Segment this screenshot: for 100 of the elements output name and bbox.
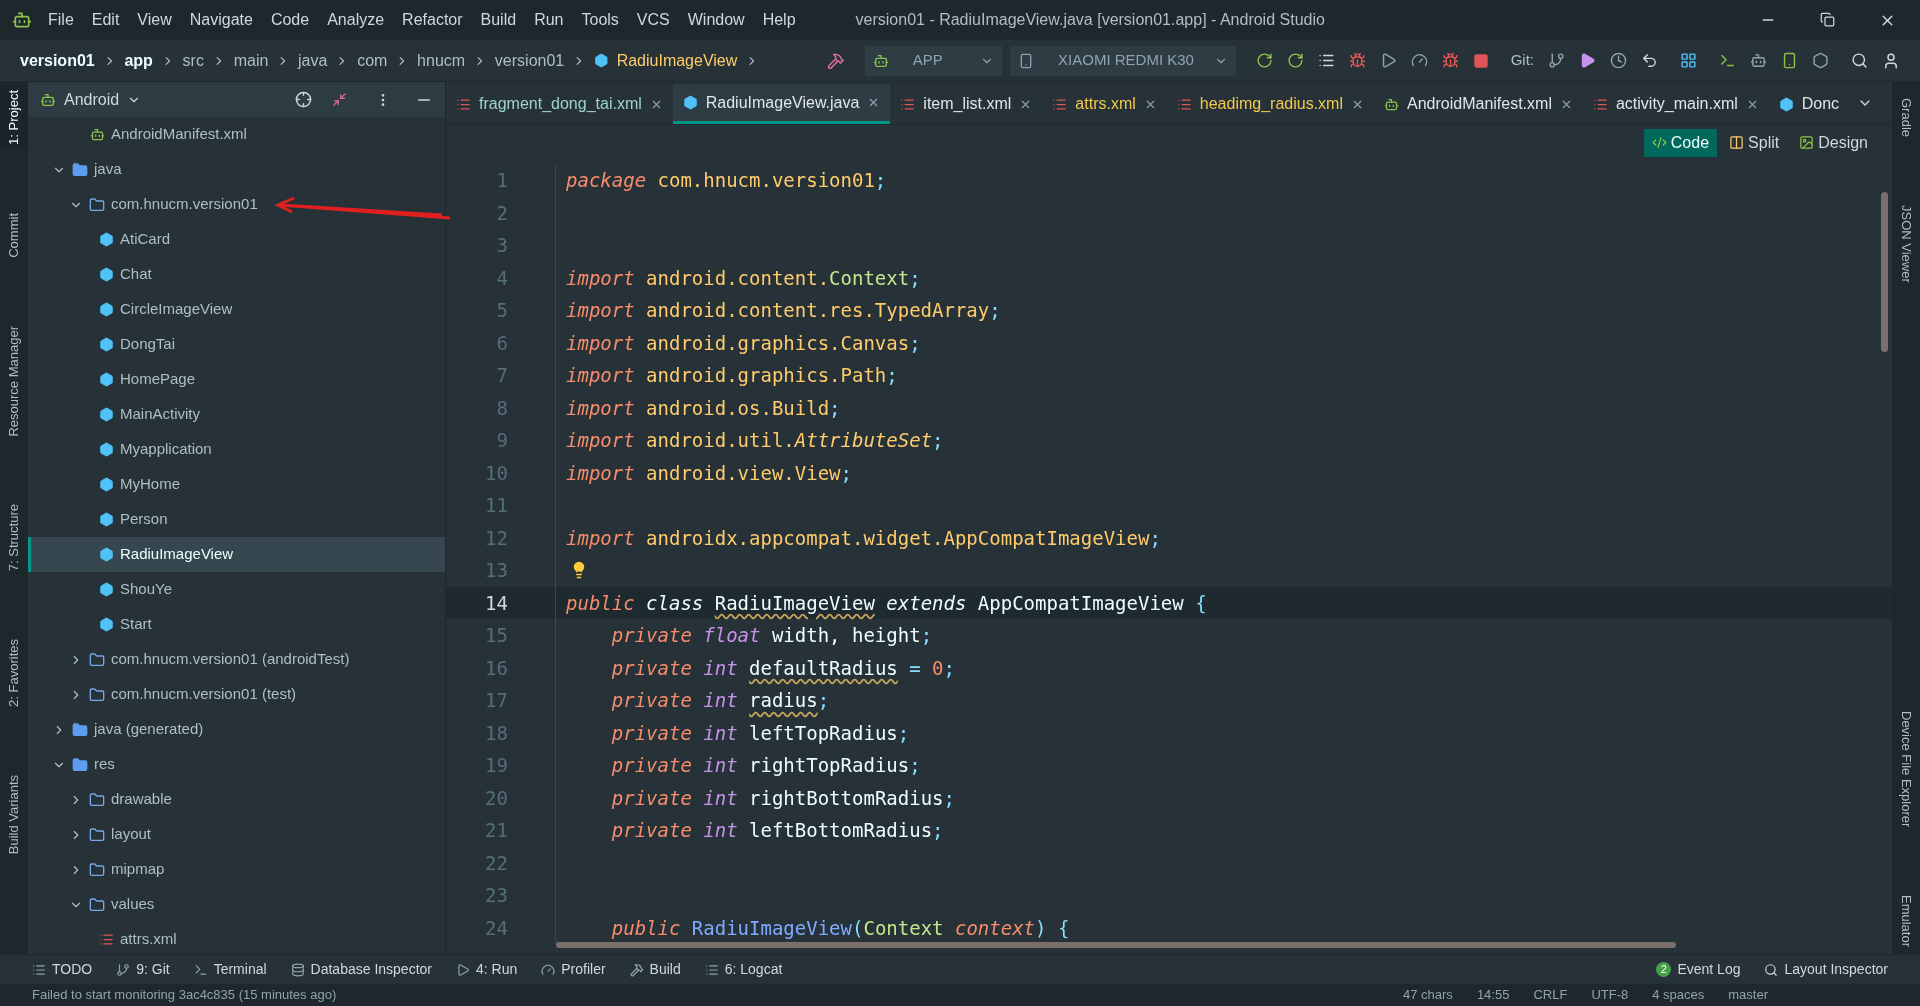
tool-window-button[interactable]: Database Inspector bbox=[290, 959, 432, 980]
menu-item[interactable]: Window bbox=[687, 8, 745, 32]
breadcrumb-item[interactable]: com bbox=[357, 48, 388, 73]
tree-item[interactable]: DongTai bbox=[28, 327, 445, 362]
editor-tab[interactable]: attrs.xml bbox=[1042, 84, 1167, 124]
sdk-icon[interactable] bbox=[1812, 52, 1830, 69]
breadcrumb-item[interactable]: src bbox=[182, 48, 204, 73]
tool-window-tab[interactable]: Commit bbox=[0, 208, 28, 262]
status-item[interactable]: 4 spaces bbox=[1652, 985, 1705, 1005]
menu-item[interactable]: File bbox=[48, 8, 74, 32]
tool-window-tab[interactable]: 7: Structure bbox=[0, 500, 28, 576]
locate-icon[interactable] bbox=[295, 91, 312, 108]
tool-window-tab[interactable]: Gradle bbox=[1896, 94, 1916, 142]
editor-tab[interactable]: headimg_radius.xml bbox=[1166, 84, 1374, 124]
tool-window-button[interactable]: 9: Git bbox=[116, 959, 170, 980]
profiler-icon[interactable] bbox=[1410, 52, 1428, 69]
tree-item[interactable]: com.hnucm.version01 (androidTest) bbox=[28, 642, 445, 677]
stop-icon[interactable] bbox=[1472, 52, 1489, 69]
tool-window-button[interactable]: TODO bbox=[32, 959, 93, 980]
tree-item[interactable]: MyHome bbox=[28, 467, 445, 502]
tool-window-button[interactable]: Terminal bbox=[193, 959, 267, 980]
menu-item[interactable]: Help bbox=[762, 8, 796, 32]
breadcrumb-item[interactable]: hnucm bbox=[417, 48, 466, 73]
editor-mode-button[interactable]: Design bbox=[1791, 128, 1876, 157]
tree-item[interactable]: com.hnucm.version01 bbox=[28, 187, 445, 222]
debug-icon[interactable] bbox=[1348, 52, 1366, 69]
breadcrumb-item[interactable]: java bbox=[298, 48, 328, 73]
tree-item[interactable]: CircleImageView bbox=[28, 292, 445, 327]
editor-tab[interactable]: AndroidManifest.xml bbox=[1374, 84, 1583, 124]
menu-item[interactable]: Run bbox=[534, 8, 564, 32]
breadcrumb-item[interactable]: app bbox=[124, 48, 153, 73]
breadcrumb-item[interactable]: RadiuImageView bbox=[616, 48, 738, 73]
tool-window-button[interactable]: Layout Inspector bbox=[1764, 959, 1888, 980]
search-icon[interactable] bbox=[1851, 52, 1869, 69]
avd-icon[interactable] bbox=[1750, 52, 1768, 69]
menu-item[interactable]: Code bbox=[270, 8, 310, 32]
tree-item[interactable]: AtiCard bbox=[28, 222, 445, 257]
branch-icon[interactable] bbox=[1548, 52, 1566, 69]
tool-window-button[interactable]: 4: Run bbox=[456, 959, 518, 980]
apply-changes-icon[interactable] bbox=[1286, 52, 1304, 69]
tree-item[interactable]: java (generated) bbox=[28, 712, 445, 747]
rollback-icon[interactable] bbox=[1641, 52, 1659, 69]
tree-item[interactable]: java bbox=[28, 152, 445, 187]
grid-icon[interactable] bbox=[1680, 52, 1698, 69]
tree-item[interactable]: drawable bbox=[28, 782, 445, 817]
tool-window-tab[interactable]: Device File Explorer bbox=[1896, 706, 1916, 832]
refresh-icon[interactable] bbox=[1255, 52, 1273, 69]
tool-window-button[interactable]: Profiler bbox=[541, 959, 606, 980]
breadcrumb-item[interactable]: version01 bbox=[494, 48, 565, 73]
menu-item[interactable]: Tools bbox=[581, 8, 619, 32]
menu-item[interactable]: Analyze bbox=[327, 8, 385, 32]
menu-item[interactable]: Build bbox=[480, 8, 517, 32]
status-item[interactable]: 47 chars bbox=[1403, 985, 1453, 1005]
tool-window-button[interactable]: 2 Event Log bbox=[1656, 959, 1741, 980]
tool-window-tab[interactable]: 2: Favorites bbox=[0, 635, 28, 712]
editor-tab[interactable]: item_list.xml bbox=[890, 84, 1043, 124]
bug-icon[interactable] bbox=[1441, 52, 1459, 69]
list-icon[interactable] bbox=[1317, 52, 1335, 69]
tree-item[interactable]: res bbox=[28, 747, 445, 782]
hammer-icon[interactable] bbox=[827, 51, 845, 70]
tree-item[interactable]: Start bbox=[28, 607, 445, 642]
menu-item[interactable]: VCS bbox=[636, 8, 670, 32]
tree-item[interactable]: layout bbox=[28, 817, 445, 852]
status-item[interactable]: UTF-8 bbox=[1591, 985, 1629, 1005]
tree-item[interactable]: AndroidManifest.xml bbox=[28, 117, 445, 152]
tree-item[interactable]: ShouYe bbox=[28, 572, 445, 607]
tree-item[interactable]: Chat bbox=[28, 257, 445, 292]
menu-item[interactable]: Refactor bbox=[402, 8, 463, 32]
menu-item[interactable]: Navigate bbox=[189, 8, 253, 32]
tool-window-tab[interactable]: Resource Manager bbox=[0, 321, 28, 441]
editor-mode-button[interactable]: Code bbox=[1643, 128, 1718, 157]
tree-item[interactable]: mipmap bbox=[28, 852, 445, 887]
tree-item[interactable]: Person bbox=[28, 502, 445, 537]
history-icon[interactable] bbox=[1610, 52, 1628, 69]
view-dropdown[interactable]: Android bbox=[64, 87, 142, 112]
editor-tab[interactable]: Donc bbox=[1768, 84, 1850, 124]
status-item[interactable]: master bbox=[1728, 985, 1768, 1005]
tree-item[interactable]: Myapplication bbox=[28, 432, 445, 467]
push-icon[interactable] bbox=[1579, 52, 1597, 69]
restore-icon[interactable] bbox=[1820, 11, 1835, 27]
tree-item[interactable]: RadiuImageView bbox=[28, 537, 445, 572]
collapse-icon[interactable] bbox=[332, 92, 347, 107]
tool-window-button[interactable]: 6: Logcat bbox=[704, 959, 783, 980]
tree-item[interactable]: attrs.xml bbox=[28, 922, 445, 954]
editor-tab[interactable]: fragment_dong_tai.xml bbox=[446, 84, 673, 124]
tool-window-tab[interactable]: Build Variants bbox=[0, 771, 28, 859]
breadcrumb-item[interactable]: main bbox=[233, 48, 269, 73]
tree-item[interactable]: com.hnucm.version01 (test) bbox=[28, 677, 445, 712]
run-config-dropdown[interactable]: APP bbox=[864, 45, 1003, 76]
vertical-scrollbar[interactable] bbox=[1881, 192, 1888, 352]
menu-item[interactable]: View bbox=[137, 8, 172, 32]
menu-item[interactable]: Edit bbox=[91, 8, 120, 32]
horizontal-scrollbar[interactable] bbox=[556, 942, 1676, 948]
tool-window-tab[interactable]: JSON Viewer bbox=[1896, 201, 1916, 287]
tree-item[interactable]: MainActivity bbox=[28, 397, 445, 432]
breadcrumb-item[interactable]: version01 bbox=[20, 48, 95, 73]
device-dropdown[interactable]: XIAOMI REDMI K30 bbox=[1010, 45, 1236, 76]
status-item[interactable]: 14:55 bbox=[1476, 985, 1510, 1005]
editor-tab[interactable]: RadiuImageView.java bbox=[672, 84, 891, 124]
tree-item[interactable]: HomePage bbox=[28, 362, 445, 397]
